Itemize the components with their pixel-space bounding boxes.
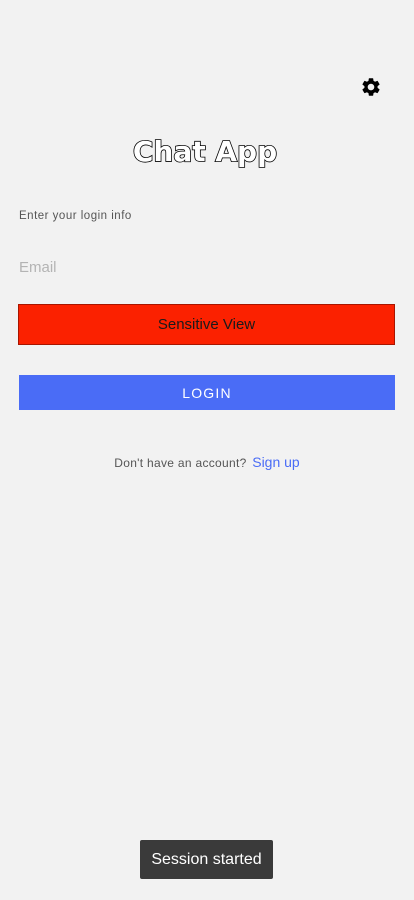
gear-icon — [361, 77, 380, 96]
toast: Session started — [140, 840, 273, 879]
sensitive-view-label: Sensitive View — [157, 316, 256, 333]
email-field[interactable] — [19, 253, 394, 281]
signup-link[interactable]: Sign up — [252, 454, 299, 470]
signup-row: Don't have an account? Sign up — [0, 454, 414, 470]
app-logo: Chat App — [130, 127, 280, 181]
app-logo-text: Chat App — [133, 135, 277, 168]
sensitive-view: Sensitive View — [18, 304, 395, 345]
no-account-text: Don't have an account? — [114, 456, 247, 470]
login-button[interactable]: LOGIN — [19, 375, 395, 410]
login-button-label: LOGIN — [182, 384, 232, 401]
login-prompt: Enter your login info — [19, 210, 132, 222]
settings-button[interactable] — [357, 73, 384, 100]
toast-message: Session started — [151, 850, 262, 868]
